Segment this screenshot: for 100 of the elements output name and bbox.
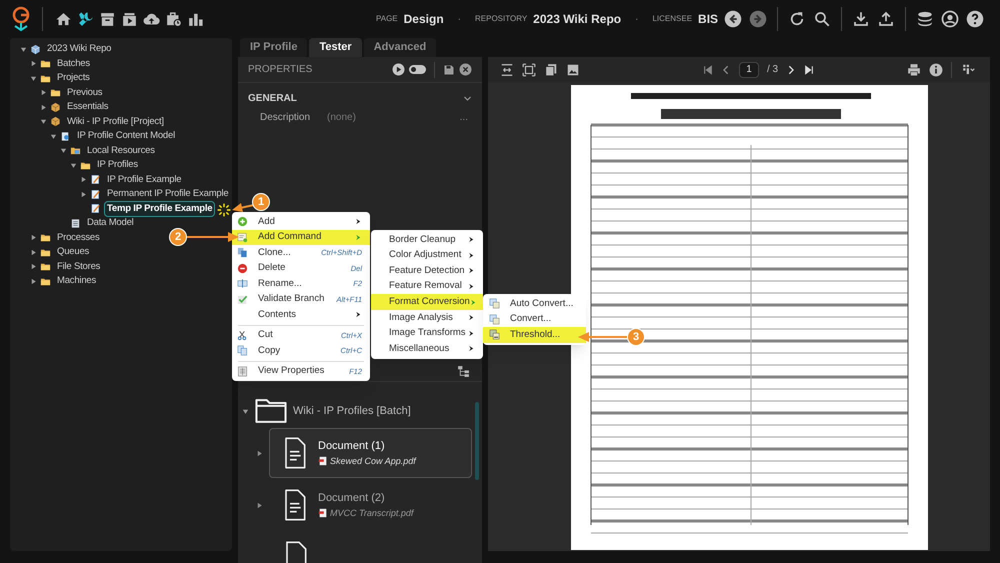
menu-item[interactable]: Color Adjustment [371,248,483,264]
close-icon[interactable] [459,63,472,76]
tree-item[interactable]: Batches [54,56,93,72]
page-number-field[interactable]: 1 [739,62,759,78]
tree-item[interactable]: Data Model [84,215,137,232]
tab[interactable]: IP Profile [240,38,308,57]
submenu-arrow-icon [355,311,362,318]
tree-item[interactable]: File Stores [54,258,104,275]
tree-item[interactable]: Wiki - IP Profile [Project] [64,114,167,130]
save-icon[interactable] [443,64,455,76]
collapse-arrow-icon[interactable] [60,147,67,154]
tab[interactable]: Advanced [364,38,436,57]
expand-arrow-icon[interactable] [80,176,87,184]
cloud-upload-icon[interactable] [143,10,160,28]
refresh-icon[interactable] [788,10,806,28]
tree-item[interactable]: 2023 Wiki Repo [44,41,114,58]
expand-arrow-icon[interactable] [40,89,47,96]
previous-page-icon[interactable] [721,64,731,74]
expand-arrow-icon[interactable] [256,502,263,508]
collapse-arrow-icon[interactable] [40,118,47,126]
menu-item[interactable]: Auto Convert... [483,296,586,312]
folder-icon [50,87,61,98]
tree-item[interactable]: Permanent IP Profile Example [104,186,232,202]
pdf-file-icon [318,508,328,518]
fit-width-icon[interactable] [500,62,514,76]
image-icon[interactable] [566,62,580,76]
menu-item[interactable]: Border Cleanup [371,232,483,248]
help-icon[interactable] [966,10,984,28]
tree-item[interactable]: IP Profile Example [104,172,184,188]
expand-arrow-icon[interactable] [30,263,37,270]
play-button[interactable] [392,63,405,76]
menu-item[interactable]: Feature Removal [371,278,483,294]
download-icon[interactable] [852,10,870,28]
menu-item[interactable]: Image Transforms [371,326,483,342]
chevron-down-icon[interactable] [463,94,472,102]
tree-item[interactable]: Processes [54,230,103,246]
collapse-arrow-icon[interactable] [70,162,77,169]
tools-icon[interactable] [77,10,94,28]
tree-item[interactable]: Previous [64,84,106,101]
tree-item[interactable]: Essentials [64,99,112,116]
last-page-icon[interactable] [804,64,814,74]
expand-arrow-icon[interactable] [40,104,47,111]
menu-item[interactable]: Convert... [483,312,586,328]
tree-item[interactable]: Machines [54,273,100,290]
collapse-arrow-icon[interactable] [242,408,249,414]
more-button[interactable]: ... [460,110,468,124]
menu-item[interactable]: Contents [232,307,370,322]
next-page-icon[interactable] [786,64,796,74]
upload-icon[interactable] [877,10,895,28]
content-model-icon [60,130,71,142]
info-icon[interactable] [929,62,943,76]
tree-item[interactable]: Queues [54,244,92,260]
hierarchy-icon[interactable] [457,365,470,378]
menu-item[interactable]: Miscellaneous [371,341,483,357]
submenu-arrow-icon [470,298,477,306]
media-box-icon[interactable] [121,10,138,28]
collapse-arrow-icon[interactable] [50,132,57,140]
user-account-icon[interactable] [941,10,959,28]
repository-name: 2023 Wiki Repo [533,11,622,28]
expand-arrow-icon[interactable] [30,278,37,285]
expand-arrow-icon[interactable] [80,190,87,198]
archive-icon[interactable] [99,10,116,28]
scrollbar-thumb[interactable] [475,402,479,480]
collapse-arrow-icon[interactable] [30,74,37,82]
database-icon[interactable] [916,10,934,28]
document-item[interactable]: Document (2) MVCC Transcript.pdf [269,480,472,530]
collapse-arrow-icon[interactable] [20,46,27,53]
back-button[interactable] [724,10,742,28]
expand-arrow-icon[interactable] [256,450,263,456]
tree-item[interactable]: Projects [54,70,93,86]
search-icon[interactable] [813,10,831,28]
repository-label: REPOSITORY [475,13,528,25]
submenu-arrow-icon [468,267,475,274]
toggle-switch[interactable] [409,65,426,74]
package-icon [50,116,61,128]
expand-arrow-icon[interactable] [30,248,37,256]
menu-item[interactable]: Image Analysis [371,310,483,326]
menu-item[interactable]: Add Command [232,230,370,245]
profile-document-icon [90,188,101,200]
tree-item[interactable]: Temp IP Profile Example [104,200,216,217]
menu-item[interactable]: Threshold... [483,327,586,343]
menu-item[interactable]: Format Conversion [371,294,483,310]
menu-item[interactable]: Feature Detection [371,263,483,279]
folder-icon [40,261,51,272]
tab[interactable]: Tester [309,38,362,57]
print-icon[interactable] [907,62,921,76]
briefcase-clock-icon[interactable] [165,10,182,28]
expand-arrow-icon[interactable] [30,234,37,242]
tree-item[interactable]: IP Profile Content Model [74,128,178,144]
tree-item[interactable]: IP Profiles [94,157,141,174]
folder-icon [40,58,51,70]
first-page-icon[interactable] [703,64,713,74]
document-item[interactable]: Document (1) Skewed Cow App.pdf [269,428,472,478]
menu-item[interactable]: Add [232,214,370,230]
tree-item[interactable]: Local Resources [84,142,158,159]
check-icon [237,294,248,305]
fit-page-icon[interactable] [522,62,536,76]
expand-arrow-icon[interactable] [30,60,37,68]
pages-icon[interactable] [544,62,558,76]
home-icon[interactable] [55,10,72,28]
